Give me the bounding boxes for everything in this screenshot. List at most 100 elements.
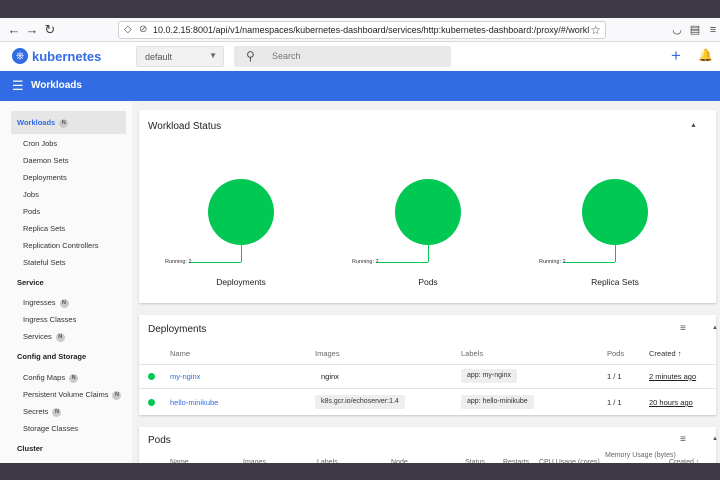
- brand-name[interactable]: kubernetes: [32, 49, 101, 64]
- donut-label: Deployments: [216, 277, 266, 287]
- status-running-icon: [148, 373, 155, 380]
- leader-line: [615, 245, 616, 262]
- pocket-icon[interactable]: ◡: [670, 23, 684, 37]
- created-cell[interactable]: 2 minutes ago: [649, 372, 696, 381]
- sidebar-section-config-storage[interactable]: Config and Storage: [17, 352, 86, 361]
- reader-view-icon[interactable]: ▤: [688, 23, 702, 37]
- sidebar-item-services[interactable]: Services N: [23, 332, 65, 342]
- main-content: Workload Status ▲ Running: 2 Deployments…: [132, 101, 720, 467]
- card-title: Pods: [148, 435, 171, 446]
- card-title: Workload Status: [148, 121, 222, 132]
- browser-toolbar: ← → ↻ ◇ ⊘ 10.0.2.15:8001/api/v1/namespac…: [0, 18, 720, 42]
- column-header-labels: Labels: [461, 349, 484, 358]
- sidebar-item-ingresses[interactable]: Ingresses N: [23, 298, 69, 308]
- search-icon: ⚲: [246, 49, 255, 63]
- extensions-menu-icon[interactable]: ≡: [706, 23, 720, 37]
- sidebar-item-cron-jobs[interactable]: Cron Jobs: [23, 139, 57, 148]
- sidebar-item-config-maps[interactable]: Config Maps N: [23, 373, 79, 383]
- column-header-images: Images: [315, 349, 340, 358]
- leader-line: [428, 245, 429, 262]
- search-input[interactable]: ⚲ Search: [234, 46, 451, 67]
- page-toolbar: ☰ Workloads: [0, 71, 720, 101]
- namespaced-badge: N: [59, 298, 69, 308]
- back-arrow-icon[interactable]: ←: [6, 22, 22, 38]
- replica-sets-status-donut[interactable]: [582, 179, 648, 245]
- status-running-icon: [148, 399, 155, 406]
- collapse-arrow-icon[interactable]: ▲: [712, 325, 718, 331]
- deployment-name-link[interactable]: my-nginx: [170, 372, 200, 381]
- leader-line: [241, 245, 242, 262]
- sidebar-item-ingress-classes[interactable]: Ingress Classes: [23, 315, 76, 324]
- sidebar-section-cluster[interactable]: Cluster: [17, 444, 43, 453]
- page-title: Workloads: [31, 80, 82, 91]
- workload-status-card: Workload Status ▲ Running: 2 Deployments…: [139, 110, 716, 303]
- namespace-value: default: [145, 52, 173, 62]
- leader-line: [189, 262, 241, 263]
- shield-icon: ◇: [124, 24, 132, 35]
- pods-cell: 1 / 1: [607, 398, 622, 407]
- column-header-pods: Pods: [607, 349, 625, 358]
- namespaced-badge: N: [55, 332, 65, 342]
- leader-line: [563, 262, 615, 263]
- donut-label: Pods: [418, 277, 438, 287]
- sidebar-item-replication-controllers[interactable]: Replication Controllers: [23, 241, 98, 250]
- search-placeholder: Search: [272, 51, 301, 61]
- sidebar-item-secrets[interactable]: Secrets N: [23, 407, 62, 417]
- sidebar: Workloads N Cron Jobs Daemon Sets Deploym…: [0, 101, 132, 463]
- address-bar[interactable]: ◇ ⊘ 10.0.2.15:8001/api/v1/namespaces/kub…: [118, 21, 606, 39]
- sidebar-item-pods[interactable]: Pods: [23, 207, 40, 216]
- pods-status-donut[interactable]: [395, 179, 461, 245]
- sidebar-item-workloads[interactable]: Workloads N: [11, 111, 126, 134]
- namespaced-badge: N: [112, 390, 122, 400]
- sidebar-item-label: Services: [23, 332, 52, 341]
- sidebar-item-daemon-sets[interactable]: Daemon Sets: [23, 156, 68, 165]
- sidebar-item-label: Config Maps: [23, 373, 66, 382]
- pods-card: Pods ≡ ▲ Name Images Labels Node Status …: [139, 427, 718, 467]
- window-titlebar: [0, 0, 720, 18]
- namespace-select[interactable]: default ▼: [136, 46, 224, 67]
- namespaced-badge: N: [52, 407, 62, 417]
- sidebar-item-label: Ingresses: [23, 298, 56, 307]
- card-title: Deployments: [148, 324, 207, 335]
- label-chip: app: hello-minikube: [461, 395, 534, 409]
- bookmark-star-icon[interactable]: ☆: [590, 23, 601, 37]
- deployments-status-donut[interactable]: [208, 179, 274, 245]
- forward-arrow-icon[interactable]: →: [24, 22, 40, 38]
- create-resource-plus-icon[interactable]: +: [671, 46, 681, 66]
- sidebar-item-replica-sets[interactable]: Replica Sets: [23, 224, 65, 233]
- label-chip: app: my-nginx: [461, 369, 517, 383]
- running-count: Running: 2: [539, 259, 566, 265]
- table-divider: [139, 388, 716, 389]
- chevron-down-icon: ▼: [209, 51, 217, 60]
- deployments-card: Deployments ≡ ▲ Name Images Labels Pods …: [139, 315, 718, 415]
- menu-hamburger-icon[interactable]: ☰: [12, 78, 24, 94]
- sidebar-item-jobs[interactable]: Jobs: [23, 190, 39, 199]
- sidebar-section-service[interactable]: Service: [17, 278, 44, 287]
- sidebar-item-label: Workloads: [17, 118, 56, 127]
- reload-icon[interactable]: ↻: [42, 22, 58, 38]
- sidebar-item-persistent-volume-claims[interactable]: Persistent Volume Claims N: [23, 390, 122, 400]
- column-header-memory: Memory Usage (bytes): [605, 452, 676, 459]
- app-header: ⎈ kubernetes default ▼ ⚲ Search + 🔔: [0, 42, 720, 71]
- running-count: Running: 2: [352, 259, 379, 265]
- filter-icon[interactable]: ≡: [680, 434, 686, 445]
- deployment-name-link[interactable]: hello-minikube: [170, 398, 218, 407]
- sidebar-item-storage-classes[interactable]: Storage Classes: [23, 424, 78, 433]
- kubernetes-logo-icon[interactable]: ⎈: [12, 48, 28, 64]
- collapse-arrow-icon[interactable]: ▲: [690, 122, 697, 129]
- column-header-created[interactable]: Created ↑: [649, 349, 682, 358]
- image-chip: k8s.gcr.io/echoserver:1.4: [315, 395, 405, 409]
- running-count: Running: 2: [165, 259, 192, 265]
- filter-icon[interactable]: ≡: [680, 323, 686, 334]
- sidebar-item-deployments[interactable]: Deployments: [23, 173, 67, 182]
- sidebar-item-label: Persistent Volume Claims: [23, 390, 109, 399]
- image-cell: nginx: [321, 372, 339, 381]
- leader-line: [376, 262, 428, 263]
- created-cell[interactable]: 20 hours ago: [649, 398, 693, 407]
- collapse-arrow-icon[interactable]: ▲: [712, 436, 718, 442]
- donut-label: Replica Sets: [591, 277, 639, 287]
- sidebar-item-stateful-sets[interactable]: Stateful Sets: [23, 258, 66, 267]
- column-header-name[interactable]: Name: [170, 349, 190, 358]
- page-info-icon[interactable]: ⊘: [139, 24, 147, 35]
- notifications-bell-icon[interactable]: 🔔: [698, 48, 713, 62]
